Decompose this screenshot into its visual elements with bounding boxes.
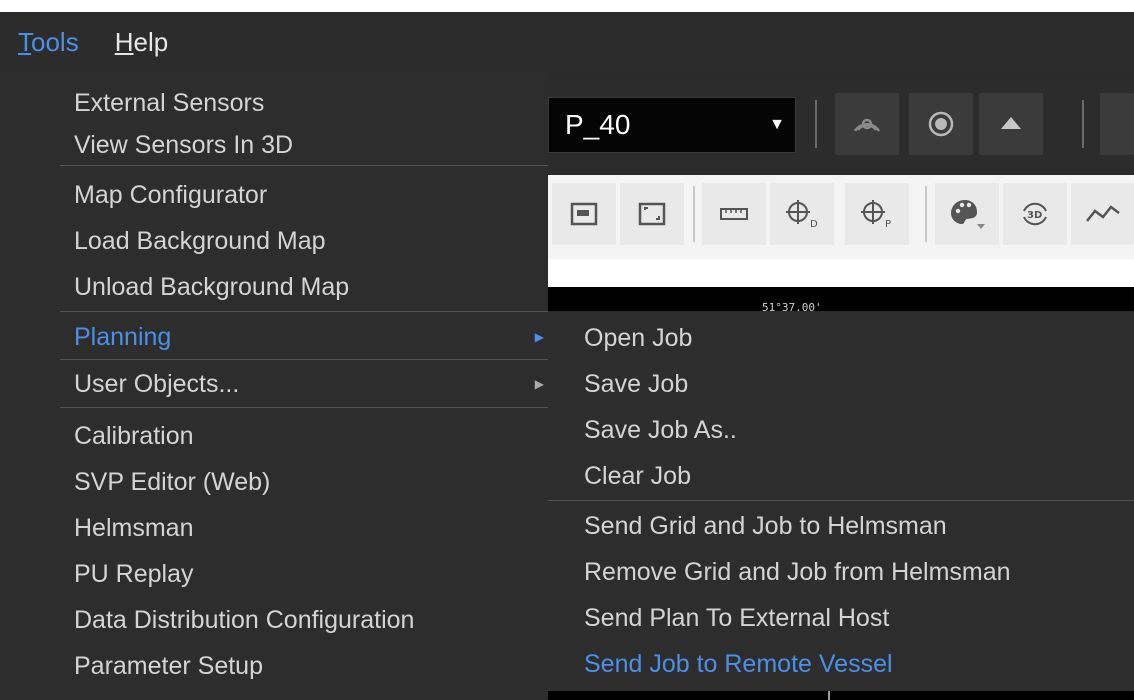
target-p-icon: P: [861, 200, 891, 230]
fit-button[interactable]: [620, 183, 684, 245]
svg-text:P: P: [885, 219, 891, 230]
menu-help-mnemonic: H: [114, 27, 134, 57]
submenu-item-remove-grid-from-helmsman[interactable]: Remove Grid and Job from Helmsman: [548, 549, 1134, 595]
toolbar-divider: [925, 186, 927, 242]
menu-item-view-sensors-3d[interactable]: View Sensors In 3D: [0, 122, 548, 168]
menu-item-parameter-setup[interactable]: Parameter Setup: [0, 643, 548, 689]
map-cursor-tick: [828, 691, 830, 700]
menu-item-unload-background-map[interactable]: Unload Background Map: [0, 264, 548, 310]
menu-separator: [60, 359, 548, 360]
menu-item-map-configurator[interactable]: Map Configurator: [0, 172, 548, 218]
submenu-item-send-grid-to-helmsman[interactable]: Send Grid and Job to Helmsman: [548, 503, 1134, 549]
application-window: Tools Help P_40 ▼ D P 3D 51°37.00' Exter…: [0, 0, 1134, 700]
menu-separator: [60, 165, 548, 166]
record-icon: [928, 111, 954, 137]
project-dropdown-value: P_40: [565, 109, 631, 140]
menu-help[interactable]: Help: [97, 12, 186, 72]
record-button[interactable]: [909, 93, 973, 155]
submenu-item-send-job-remote-vessel[interactable]: Send Job to Remote Vessel: [548, 641, 1134, 687]
ruler-icon: [720, 208, 748, 220]
toolbar-divider: [1082, 100, 1084, 148]
top-strip: [0, 0, 1134, 12]
menu-item-data-distribution-config[interactable]: Data Distribution Configuration: [0, 597, 548, 643]
menu-tools-rest: ools: [31, 27, 79, 57]
toolbar-divider: [815, 100, 817, 148]
window-icon: [570, 202, 598, 226]
menu-item-load-background-map[interactable]: Load Background Map: [0, 218, 548, 264]
menu-item-calibration[interactable]: Calibration: [0, 413, 548, 459]
svg-text:D: D: [810, 219, 818, 230]
tools-menu: External Sensors View Sensors In 3D Map …: [0, 72, 548, 700]
submenu-item-clear-job[interactable]: Clear Job: [548, 453, 1134, 499]
submenu-item-send-plan-external-host[interactable]: Send Plan To External Host: [548, 595, 1134, 641]
submenu-arrow-icon: ▶: [534, 330, 544, 344]
palette-button[interactable]: [935, 183, 999, 245]
svg-text:3D: 3D: [1027, 210, 1042, 221]
submenu-item-save-job[interactable]: Save Job: [548, 361, 1134, 407]
submenu-item-open-job[interactable]: Open Job: [548, 315, 1134, 361]
menu-item-user-objects[interactable]: User Objects... ▶: [0, 361, 548, 407]
fit-icon: [638, 202, 666, 226]
toolbar-divider: [693, 186, 695, 242]
menu-tools-mnemonic: T: [18, 27, 31, 57]
eject-button[interactable]: [979, 93, 1043, 155]
menu-help-rest: elp: [133, 27, 169, 57]
project-dropdown[interactable]: P_40 ▼: [548, 97, 796, 153]
planning-submenu: Open Job Save Job Save Job As.. Clear Jo…: [548, 311, 1134, 691]
target-d-button[interactable]: D: [770, 183, 834, 245]
target-p-button[interactable]: P: [845, 183, 909, 245]
eject-icon: [1001, 117, 1021, 129]
map-coordinate-label: 51°37.00': [762, 301, 822, 311]
sonar-button[interactable]: [835, 93, 899, 155]
map-area: [548, 287, 1134, 311]
submenu-arrow-icon: ▶: [534, 377, 544, 391]
menu-separator: [60, 407, 548, 408]
menu-item-planning-label: Planning: [74, 323, 172, 351]
rotate-3d-button[interactable]: 3D: [1003, 183, 1067, 245]
palette-icon: [951, 200, 985, 229]
target-d-icon: D: [786, 200, 818, 230]
map-ruler-band: [548, 259, 1134, 287]
submenu-item-save-job-as[interactable]: Save Job As..: [548, 407, 1134, 453]
menu-item-pu-replay[interactable]: PU Replay: [0, 551, 548, 597]
rotate-3d-icon: 3D: [1023, 202, 1047, 226]
map-area-bottom: [548, 691, 1134, 700]
ruler-button[interactable]: [702, 183, 766, 245]
window-button[interactable]: [552, 183, 616, 245]
menu-item-helmsman[interactable]: Helmsman: [0, 505, 548, 551]
menu-item-external-sensors[interactable]: External Sensors: [0, 80, 548, 126]
line-chart-button[interactable]: [1071, 183, 1134, 245]
menu-separator: [60, 311, 548, 312]
menu-item-user-objects-label: User Objects...: [74, 370, 240, 398]
toolbar-button-partial[interactable]: [1100, 93, 1134, 155]
sonar-icon: [853, 118, 881, 132]
submenu-separator: [548, 500, 1134, 501]
menubar: Tools Help: [0, 12, 1134, 72]
chevron-down-icon: ▼: [769, 116, 785, 133]
menu-item-svp-editor[interactable]: SVP Editor (Web): [0, 459, 548, 505]
menu-tools[interactable]: Tools: [0, 12, 97, 72]
menu-item-planning[interactable]: Planning ▶: [0, 314, 548, 360]
line-chart-icon: [1085, 205, 1120, 222]
